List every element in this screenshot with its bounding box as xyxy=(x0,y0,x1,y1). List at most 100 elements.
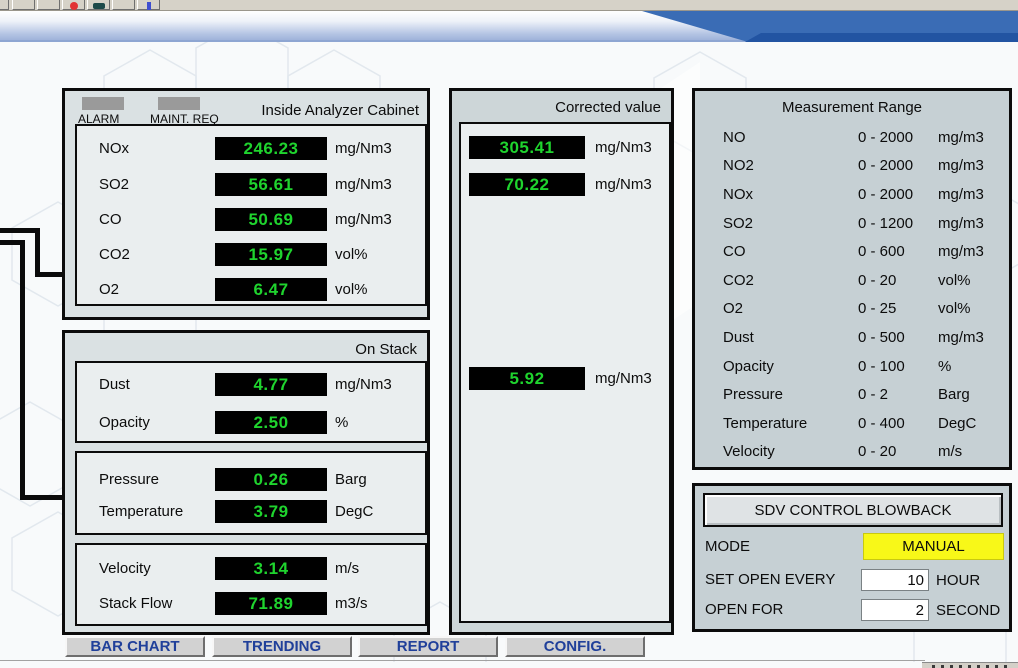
range-label: NOx xyxy=(723,186,858,203)
range-value: 0 - 2000 xyxy=(858,129,938,146)
range-label: NO2 xyxy=(723,157,858,174)
range-value: 0 - 2000 xyxy=(858,186,938,203)
corrected-value-panel: Corrected value 305.41 mg/Nm3 70.22 mg/N… xyxy=(449,88,674,635)
reading-label: CO2 xyxy=(99,243,130,266)
range-label: Opacity xyxy=(723,358,858,375)
toolbar-button-4[interactable] xyxy=(112,0,135,10)
analyzer-cabinet-title: Inside Analyzer Cabinet xyxy=(261,102,419,119)
reading-value-display: 246.23 xyxy=(215,137,327,160)
range-value: 0 - 1200 xyxy=(858,215,938,232)
record-icon xyxy=(70,2,78,10)
corrected-value-title: Corrected value xyxy=(555,99,661,116)
range-unit: vol% xyxy=(938,300,1003,317)
corrected-nox-unit: mg/Nm3 xyxy=(595,136,652,159)
range-label: O2 xyxy=(723,300,858,317)
reading-value-display: 3.79 xyxy=(215,500,327,523)
bar-chart-button[interactable]: BAR CHART xyxy=(65,636,205,657)
range-label: Velocity xyxy=(723,443,858,460)
reading-label: Dust xyxy=(99,373,130,396)
reading-label: Stack Flow xyxy=(99,592,172,615)
range-label: Temperature xyxy=(723,415,858,432)
reading-label: Pressure xyxy=(99,468,159,491)
range-unit: mg/m3 xyxy=(938,157,1003,174)
reading-label: Velocity xyxy=(99,557,151,580)
set-open-every-label: SET OPEN EVERY xyxy=(705,571,835,588)
analyzer-cabinet-panel: ALARM MAINT. REQ Inside Analyzer Cabinet… xyxy=(62,88,430,320)
toolbar-button-2[interactable] xyxy=(12,0,35,10)
reading-unit: % xyxy=(335,411,348,434)
range-row: Temperature0 - 400DegC xyxy=(723,409,1003,438)
open-for-input[interactable]: 2 xyxy=(861,599,929,621)
sdv-control-panel: SDV CONTROL BLOWBACK MODE MANUAL SET OPE… xyxy=(692,483,1012,632)
toolbar-button-1[interactable] xyxy=(0,0,9,10)
range-row: Dust0 - 500mg/m3 xyxy=(723,323,1003,352)
range-unit: mg/m3 xyxy=(938,215,1003,232)
reading-value-display: 2.50 xyxy=(215,411,327,434)
maint-req-indicator xyxy=(158,97,200,110)
range-unit: % xyxy=(938,358,1003,375)
range-unit: Barg xyxy=(938,386,1003,403)
reading-value-display: 71.89 xyxy=(215,592,327,615)
corrected-so2-unit: mg/Nm3 xyxy=(595,173,652,196)
reading-unit: mg/Nm3 xyxy=(335,137,392,160)
measurement-range-table: NO0 - 2000mg/m3 NO20 - 2000mg/m3 NOx0 - … xyxy=(723,123,1003,466)
clock-clipped xyxy=(922,662,1018,668)
info-icon xyxy=(147,2,151,10)
toolbar-button-3[interactable] xyxy=(37,0,60,10)
screen-icon xyxy=(93,3,105,9)
mode-label: MODE xyxy=(705,538,750,555)
hmi-screen: ALARM MAINT. REQ Inside Analyzer Cabinet… xyxy=(0,0,1018,668)
reading-label: NOx xyxy=(99,137,129,160)
range-value: 0 - 100 xyxy=(858,358,938,375)
on-stack-panel: On Stack Dust 4.77 mg/Nm3 Opacity 2.50 %… xyxy=(62,330,430,635)
wire-b-vertical xyxy=(20,240,25,500)
config-button[interactable]: CONFIG. xyxy=(505,636,645,657)
range-unit: m/s xyxy=(938,443,1003,460)
range-value: 0 - 400 xyxy=(858,415,938,432)
reading-unit: m3/s xyxy=(335,592,368,615)
reading-unit: m/s xyxy=(335,557,359,580)
reading-unit: Barg xyxy=(335,468,367,491)
set-open-every-input[interactable]: 10 xyxy=(861,569,929,591)
reading-value-display: 15.97 xyxy=(215,243,327,266)
reading-value-display: 6.47 xyxy=(215,278,327,301)
on-stack-group-1: Dust 4.77 mg/Nm3 Opacity 2.50 % xyxy=(75,361,427,443)
range-row: Pressure0 - 2Barg xyxy=(723,380,1003,409)
open-for-unit: SECOND xyxy=(936,600,1000,622)
reading-value-display: 3.14 xyxy=(215,557,327,580)
reading-value-display: 4.77 xyxy=(215,373,327,396)
reading-label: SO2 xyxy=(99,173,129,196)
range-unit: vol% xyxy=(938,272,1003,289)
range-label: NO xyxy=(723,129,858,146)
reading-label: Opacity xyxy=(99,411,150,434)
mode-value-box[interactable]: MANUAL xyxy=(863,533,1004,560)
trending-button[interactable]: TRENDING xyxy=(212,636,352,657)
window-toolbar xyxy=(0,0,1018,11)
toolbar-button-info[interactable] xyxy=(137,0,160,10)
wire-a-horizontal-1 xyxy=(0,228,40,233)
range-label: CO2 xyxy=(723,272,858,289)
corrected-so2-display: 70.22 xyxy=(469,173,585,196)
corrected-value-box: 305.41 mg/Nm3 70.22 mg/Nm3 5.92 mg/Nm3 xyxy=(459,122,671,623)
wire-b-horizontal-2 xyxy=(20,495,63,500)
range-row: CO0 - 600mg/m3 xyxy=(723,237,1003,266)
sdv-control-blowback-button[interactable]: SDV CONTROL BLOWBACK xyxy=(703,493,1003,527)
corrected-nox-display: 305.41 xyxy=(469,136,585,159)
reading-label: Temperature xyxy=(99,500,183,523)
reading-unit: mg/Nm3 xyxy=(335,373,392,396)
range-label: Dust xyxy=(723,329,858,346)
range-row: Opacity0 - 100% xyxy=(723,352,1003,381)
range-unit: mg/m3 xyxy=(938,329,1003,346)
reading-value-display: 50.69 xyxy=(215,208,327,231)
range-value: 0 - 600 xyxy=(858,243,938,260)
range-row: Velocity0 - 20m/s xyxy=(723,438,1003,467)
range-value: 0 - 500 xyxy=(858,329,938,346)
alarm-indicator xyxy=(82,97,124,110)
wire-a-horizontal-2 xyxy=(35,272,63,277)
reading-unit: vol% xyxy=(335,278,368,301)
report-button[interactable]: REPORT xyxy=(358,636,498,657)
toolbar-button-screen[interactable] xyxy=(87,0,110,10)
reading-label: O2 xyxy=(99,278,119,301)
analyzer-cabinet-readings-box: NOx 246.23 mg/Nm3 SO2 56.61 mg/Nm3 CO 50… xyxy=(75,124,427,306)
toolbar-button-record[interactable] xyxy=(62,0,85,10)
